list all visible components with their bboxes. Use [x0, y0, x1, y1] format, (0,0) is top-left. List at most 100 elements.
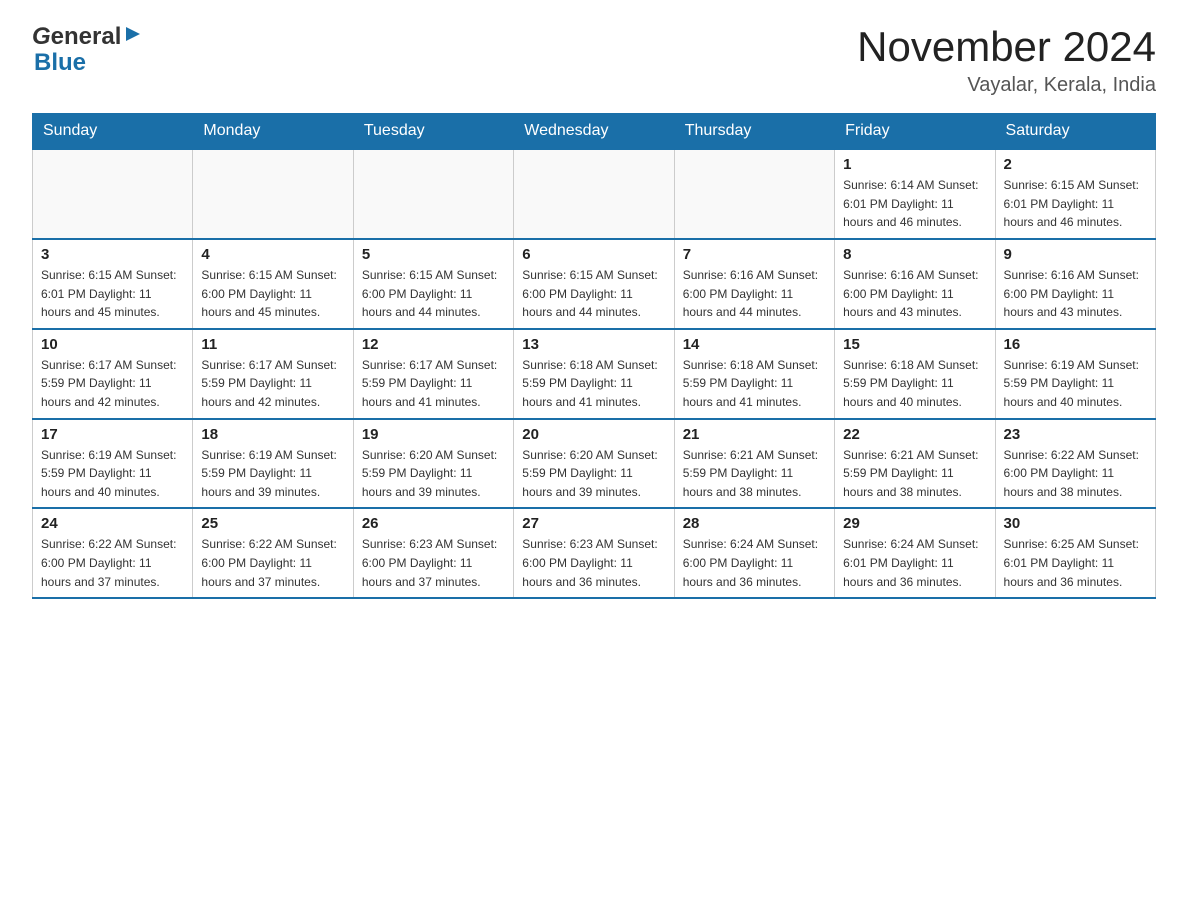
day-info: Sunrise: 6:16 AM Sunset: 6:00 PM Dayligh… [683, 266, 826, 322]
day-number: 12 [362, 336, 505, 353]
day-number: 14 [683, 336, 826, 353]
day-number: 30 [1004, 515, 1147, 532]
calendar-week-row: 10 Sunrise: 6:17 AM Sunset: 5:59 PM Dayli… [33, 329, 1156, 419]
day-number: 25 [201, 515, 344, 532]
weekday-header-saturday: Saturday [995, 114, 1155, 150]
logo-g: G [32, 24, 51, 50]
calendar-week-row: 1 Sunrise: 6:14 AM Sunset: 6:01 PM Daylig… [33, 149, 1156, 239]
calendar-cell: 1 Sunrise: 6:14 AM Sunset: 6:01 PM Daylig… [835, 149, 995, 239]
weekday-header-tuesday: Tuesday [353, 114, 513, 150]
calendar-cell: 17 Sunrise: 6:19 AM Sunset: 5:59 PM Dayli… [33, 419, 193, 509]
calendar-cell: 8 Sunrise: 6:16 AM Sunset: 6:00 PM Daylig… [835, 239, 995, 329]
day-number: 20 [522, 426, 665, 443]
day-number: 24 [41, 515, 184, 532]
calendar-cell [514, 149, 674, 239]
day-number: 11 [201, 336, 344, 353]
calendar-cell: 19 Sunrise: 6:20 AM Sunset: 5:59 PM Dayli… [353, 419, 513, 509]
calendar-cell: 24 Sunrise: 6:22 AM Sunset: 6:00 PM Dayli… [33, 508, 193, 598]
calendar-table: SundayMondayTuesdayWednesdayThursdayFrid… [32, 113, 1156, 599]
calendar-cell [193, 149, 353, 239]
day-info: Sunrise: 6:17 AM Sunset: 5:59 PM Dayligh… [41, 356, 184, 412]
calendar-week-row: 17 Sunrise: 6:19 AM Sunset: 5:59 PM Dayli… [33, 419, 1156, 509]
day-info: Sunrise: 6:15 AM Sunset: 6:00 PM Dayligh… [522, 266, 665, 322]
day-info: Sunrise: 6:22 AM Sunset: 6:00 PM Dayligh… [1004, 446, 1147, 502]
day-info: Sunrise: 6:25 AM Sunset: 6:01 PM Dayligh… [1004, 535, 1147, 591]
day-info: Sunrise: 6:18 AM Sunset: 5:59 PM Dayligh… [683, 356, 826, 412]
day-number: 4 [201, 246, 344, 263]
day-info: Sunrise: 6:19 AM Sunset: 5:59 PM Dayligh… [1004, 356, 1147, 412]
day-info: Sunrise: 6:19 AM Sunset: 5:59 PM Dayligh… [201, 446, 344, 502]
title-area: November 2024 Vayalar, Kerala, India [857, 24, 1156, 97]
calendar-cell [674, 149, 834, 239]
calendar-cell: 21 Sunrise: 6:21 AM Sunset: 5:59 PM Dayli… [674, 419, 834, 509]
day-info: Sunrise: 6:18 AM Sunset: 5:59 PM Dayligh… [843, 356, 986, 412]
calendar-week-row: 3 Sunrise: 6:15 AM Sunset: 6:01 PM Daylig… [33, 239, 1156, 329]
day-info: Sunrise: 6:24 AM Sunset: 6:00 PM Dayligh… [683, 535, 826, 591]
calendar-cell: 30 Sunrise: 6:25 AM Sunset: 6:01 PM Dayli… [995, 508, 1155, 598]
day-info: Sunrise: 6:15 AM Sunset: 6:01 PM Dayligh… [41, 266, 184, 322]
calendar-cell: 10 Sunrise: 6:17 AM Sunset: 5:59 PM Dayli… [33, 329, 193, 419]
day-info: Sunrise: 6:18 AM Sunset: 5:59 PM Dayligh… [522, 356, 665, 412]
logo: G eneral Blue [32, 24, 142, 77]
calendar-cell: 5Sunrise: 6:15 AM Sunset: 6:00 PM Daylig… [353, 239, 513, 329]
day-number: 26 [362, 515, 505, 532]
weekday-header-sunday: Sunday [33, 114, 193, 150]
day-number: 6 [522, 246, 665, 263]
day-number: 15 [843, 336, 986, 353]
calendar-week-row: 24 Sunrise: 6:22 AM Sunset: 6:00 PM Dayli… [33, 508, 1156, 598]
calendar-cell [33, 149, 193, 239]
logo-blue-text: Blue [34, 50, 142, 76]
day-info: Sunrise: 6:17 AM Sunset: 5:59 PM Dayligh… [362, 356, 505, 412]
day-info: Sunrise: 6:21 AM Sunset: 5:59 PM Dayligh… [683, 446, 826, 502]
calendar-cell: 27 Sunrise: 6:23 AM Sunset: 6:00 PM Dayli… [514, 508, 674, 598]
day-number: 27 [522, 515, 665, 532]
day-number: 17 [41, 426, 184, 443]
calendar-cell: 14 Sunrise: 6:18 AM Sunset: 5:59 PM Dayli… [674, 329, 834, 419]
weekday-header-thursday: Thursday [674, 114, 834, 150]
day-number: 9 [1004, 246, 1147, 263]
day-info: Sunrise: 6:23 AM Sunset: 6:00 PM Dayligh… [522, 535, 665, 591]
calendar-cell: 23 Sunrise: 6:22 AM Sunset: 6:00 PM Dayli… [995, 419, 1155, 509]
calendar-cell: 6 Sunrise: 6:15 AM Sunset: 6:00 PM Daylig… [514, 239, 674, 329]
day-number: 19 [362, 426, 505, 443]
weekday-header-wednesday: Wednesday [514, 114, 674, 150]
day-number: 21 [683, 426, 826, 443]
location-text: Vayalar, Kerala, India [857, 74, 1156, 97]
day-info: Sunrise: 6:19 AM Sunset: 5:59 PM Dayligh… [41, 446, 184, 502]
day-number: 23 [1004, 426, 1147, 443]
day-number: 7 [683, 246, 826, 263]
day-info: Sunrise: 6:24 AM Sunset: 6:01 PM Dayligh… [843, 535, 986, 591]
logo-eneral: eneral [51, 24, 122, 50]
day-number: 28 [683, 515, 826, 532]
day-number: 3 [41, 246, 184, 263]
day-info: Sunrise: 6:16 AM Sunset: 6:00 PM Dayligh… [843, 266, 986, 322]
day-number: 1 [843, 156, 986, 173]
calendar-header-row: SundayMondayTuesdayWednesdayThursdayFrid… [33, 114, 1156, 150]
calendar-cell: 29Sunrise: 6:24 AM Sunset: 6:01 PM Dayli… [835, 508, 995, 598]
day-info: Sunrise: 6:14 AM Sunset: 6:01 PM Dayligh… [843, 176, 986, 232]
day-info: Sunrise: 6:22 AM Sunset: 6:00 PM Dayligh… [201, 535, 344, 591]
calendar-cell: 16 Sunrise: 6:19 AM Sunset: 5:59 PM Dayli… [995, 329, 1155, 419]
calendar-cell: 4 Sunrise: 6:15 AM Sunset: 6:00 PM Daylig… [193, 239, 353, 329]
day-info: Sunrise: 6:21 AM Sunset: 5:59 PM Dayligh… [843, 446, 986, 502]
calendar-cell: 18Sunrise: 6:19 AM Sunset: 5:59 PM Dayli… [193, 419, 353, 509]
page-header: G eneral Blue November 2024 Vayalar, Ker… [32, 24, 1156, 97]
day-number: 13 [522, 336, 665, 353]
day-number: 10 [41, 336, 184, 353]
calendar-cell: 25 Sunrise: 6:22 AM Sunset: 6:00 PM Dayli… [193, 508, 353, 598]
calendar-cell: 28 Sunrise: 6:24 AM Sunset: 6:00 PM Dayli… [674, 508, 834, 598]
calendar-cell: 13 Sunrise: 6:18 AM Sunset: 5:59 PM Dayli… [514, 329, 674, 419]
calendar-cell: 11 Sunrise: 6:17 AM Sunset: 5:59 PM Dayli… [193, 329, 353, 419]
day-info: Sunrise: 6:22 AM Sunset: 6:00 PM Dayligh… [41, 535, 184, 591]
day-info: Sunrise: 6:15 AM Sunset: 6:00 PM Dayligh… [201, 266, 344, 322]
day-number: 16 [1004, 336, 1147, 353]
day-info: Sunrise: 6:17 AM Sunset: 5:59 PM Dayligh… [201, 356, 344, 412]
day-number: 8 [843, 246, 986, 263]
weekday-header-monday: Monday [193, 114, 353, 150]
calendar-cell: 2Sunrise: 6:15 AM Sunset: 6:01 PM Daylig… [995, 149, 1155, 239]
calendar-cell [353, 149, 513, 239]
day-number: 2 [1004, 156, 1147, 173]
day-number: 22 [843, 426, 986, 443]
day-info: Sunrise: 6:20 AM Sunset: 5:59 PM Dayligh… [362, 446, 505, 502]
calendar-cell: 20Sunrise: 6:20 AM Sunset: 5:59 PM Dayli… [514, 419, 674, 509]
